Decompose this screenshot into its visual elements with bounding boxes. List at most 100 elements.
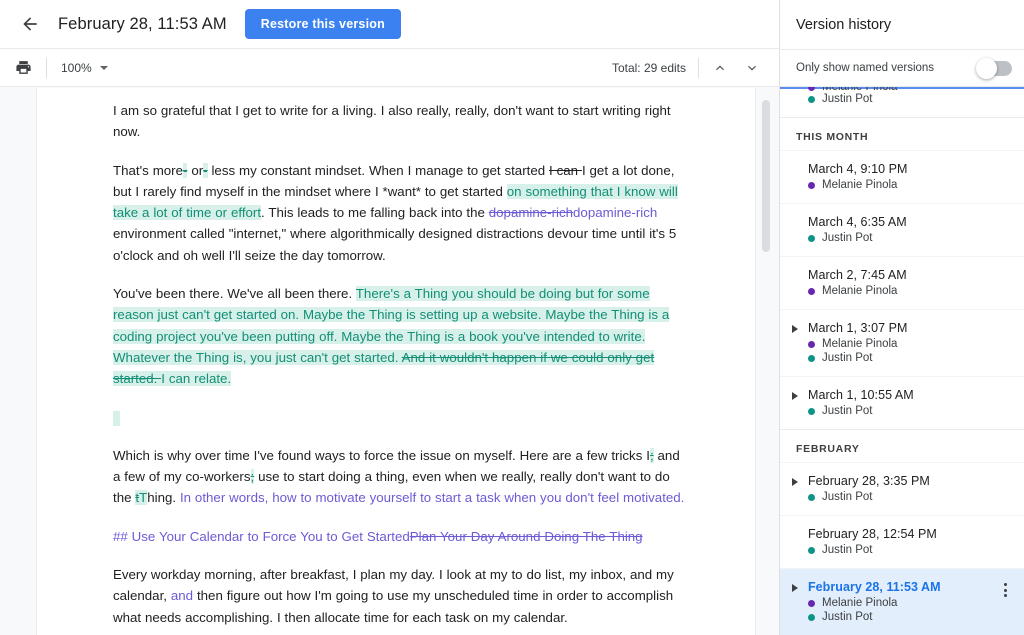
- author-color-dot: [808, 494, 815, 501]
- version-authors: Justin Pot: [796, 405, 1010, 417]
- version-group-label: FEBRUARY: [780, 429, 1024, 462]
- text-run: You've been there. We've all been there.: [113, 286, 356, 301]
- version-author: Justin Pot: [808, 232, 1010, 244]
- version-author: Melanie Pinola: [808, 285, 1010, 297]
- author-color-dot: [808, 614, 815, 621]
- author-color-dot: [808, 182, 815, 189]
- version-list-item[interactable]: March 1, 10:55 AMJustin Pot: [780, 376, 1024, 429]
- version-author: Justin Pot: [808, 352, 1010, 364]
- version-date: March 1, 3:07 PM: [808, 321, 1010, 335]
- version-date: February 28, 3:35 PM: [808, 474, 1010, 488]
- text-run: That's more: [113, 163, 183, 178]
- expand-triangle-icon[interactable]: [792, 392, 804, 400]
- author-color-dot: [808, 600, 815, 607]
- text-run: I am so grateful that I get to write for…: [113, 103, 671, 139]
- named-versions-toggle-label: Only show named versions: [796, 62, 934, 74]
- edit-navigation: Total: 29 edits: [612, 53, 779, 83]
- version-history-screen: February 28, 11:53 AM Restore this versi…: [0, 0, 1024, 635]
- version-author: Melanie Pinola: [808, 179, 1010, 191]
- version-list-item[interactable]: March 4, 9:10 PM Melanie Pinola: [780, 150, 1024, 203]
- revision-run-del-dark: I can: [549, 163, 582, 178]
- text-run: or: [187, 163, 203, 178]
- top-toolbar: February 28, 11:53 AM Restore this versi…: [0, 0, 779, 49]
- version-list-item[interactable]: February 28, 3:35 PM Justin Pot: [780, 462, 1024, 515]
- author-name: Justin Pot: [822, 232, 873, 244]
- version-list-item[interactable]: March 2, 7:45 AMMelanie Pinola: [780, 256, 1024, 309]
- revision-run-ins-purple: In other words, how to motivate yourself…: [180, 490, 684, 505]
- next-edit-chevron-down-icon[interactable]: [737, 53, 767, 83]
- print-icon[interactable]: [8, 53, 38, 83]
- version-author: Justin Pot: [808, 544, 1010, 556]
- author-color-dot: [808, 355, 815, 362]
- revision-run-ins-purple: and: [171, 588, 193, 603]
- restore-this-version-button[interactable]: Restore this version: [245, 9, 401, 39]
- author-name: Justin Pot: [822, 352, 873, 364]
- author-color-dot: [808, 288, 815, 295]
- toolbar-divider: [46, 58, 47, 78]
- document-scrollbar[interactable]: [762, 100, 770, 252]
- only-named-versions-toggle[interactable]: [978, 61, 1012, 76]
- version-authors: Justin Pot: [796, 232, 1010, 244]
- version-title: February 28, 11:53 AM: [58, 15, 227, 34]
- zoom-level-selector[interactable]: 100%: [55, 57, 114, 79]
- version-author: Melanie Pinola: [808, 338, 1010, 350]
- author-name: Melanie Pinola: [822, 597, 897, 609]
- version-author: Justin Pot: [808, 405, 1010, 417]
- previous-edit-chevron-up-icon[interactable]: [705, 53, 735, 83]
- author-name: Justin Pot: [822, 544, 873, 556]
- version-list-item[interactable]: Melanie Pinola Justin Pot: [780, 87, 1024, 117]
- version-authors: Melanie Pinola Justin Pot: [796, 87, 1010, 105]
- zoom-level-value: 100%: [61, 61, 92, 75]
- document-toolbar: 100% Total: 29 edits: [0, 49, 779, 87]
- expand-triangle-icon[interactable]: [792, 325, 804, 333]
- author-name: Justin Pot: [822, 491, 873, 503]
- document-paragraph: ## Use Your Calendar to Force You to Get…: [113, 526, 685, 547]
- document-paragraph: Every workday morning, after breakfast, …: [113, 564, 685, 628]
- author-name: Justin Pot: [822, 405, 873, 417]
- expand-triangle-icon[interactable]: [792, 478, 804, 486]
- version-list-item-selected[interactable]: February 28, 11:53 AM Melanie Pinola Justi…: [780, 568, 1024, 635]
- author-color-dot: [808, 87, 815, 91]
- revision-run-del-purple: Plan Your Day Around Doing The Thing: [410, 529, 643, 544]
- author-color-dot: [808, 96, 815, 103]
- author-color-dot: [808, 341, 815, 348]
- chevron-down-icon: [100, 66, 108, 70]
- version-group-label: THIS MONTH: [780, 117, 1024, 150]
- revision-run-ins-teal: T: [139, 490, 147, 505]
- version-date: February 28, 11:53 AM: [808, 580, 1010, 594]
- version-authors: Melanie Pinola Justin Pot: [796, 597, 1010, 623]
- version-author: Melanie Pinola: [808, 597, 1010, 609]
- total-edits-label: Total: 29 edits: [612, 61, 686, 75]
- version-list-item[interactable]: February 28, 12:54 PM Justin Pot: [780, 515, 1024, 568]
- text-run: environment called "internet," where alg…: [113, 226, 676, 262]
- more-vertical-icon[interactable]: [994, 579, 1016, 601]
- author-color-dot: [808, 408, 815, 415]
- version-date: February 28, 12:54 PM: [808, 527, 1010, 541]
- revision-run-ins-purple: dopamine-rich: [573, 205, 657, 220]
- revision-run-ins-teal: I can relate.: [161, 371, 231, 386]
- version-list-item[interactable]: March 4, 6:35 AM Justin Pot: [780, 203, 1024, 256]
- back-arrow-icon[interactable]: [10, 4, 50, 44]
- version-author: Justin Pot: [808, 611, 1010, 623]
- version-date: March 4, 9:10 PM: [808, 162, 1010, 176]
- version-authors: Melanie Pinola: [796, 179, 1010, 191]
- version-history-panel: Version history Only show named versions…: [779, 0, 1024, 635]
- document-paragraph: Which is why over time I've found ways t…: [113, 445, 685, 509]
- version-list-item[interactable]: March 1, 3:07 PM Melanie Pinola Justin Pot: [780, 309, 1024, 376]
- document-paragraph: You've been there. We've all been there.…: [113, 283, 685, 389]
- author-name: Justin Pot: [822, 611, 873, 623]
- author-color-dot: [808, 235, 815, 242]
- expand-triangle-icon[interactable]: [792, 584, 804, 592]
- named-versions-toggle-row: Only show named versions: [780, 49, 1024, 87]
- document-paragraph: That's more- or- less my constant mindse…: [113, 160, 685, 266]
- version-list[interactable]: Melanie PinolaJustin PotTHIS MONTHMarch …: [780, 87, 1024, 635]
- document-paragraph: I am so grateful that I get to write for…: [113, 100, 685, 143]
- version-date: March 4, 6:35 AM: [808, 215, 1010, 229]
- document-paragraph: [113, 407, 685, 428]
- document-page: I am so grateful that I get to write for…: [37, 88, 755, 635]
- version-author: Justin Pot: [808, 93, 1010, 105]
- version-author: Melanie Pinola: [808, 87, 1010, 91]
- text-run: . This leads to me falling back into the: [261, 205, 489, 220]
- text-run: Which is why over time I've found ways t…: [113, 448, 650, 463]
- document-column: February 28, 11:53 AM Restore this versi…: [0, 0, 779, 635]
